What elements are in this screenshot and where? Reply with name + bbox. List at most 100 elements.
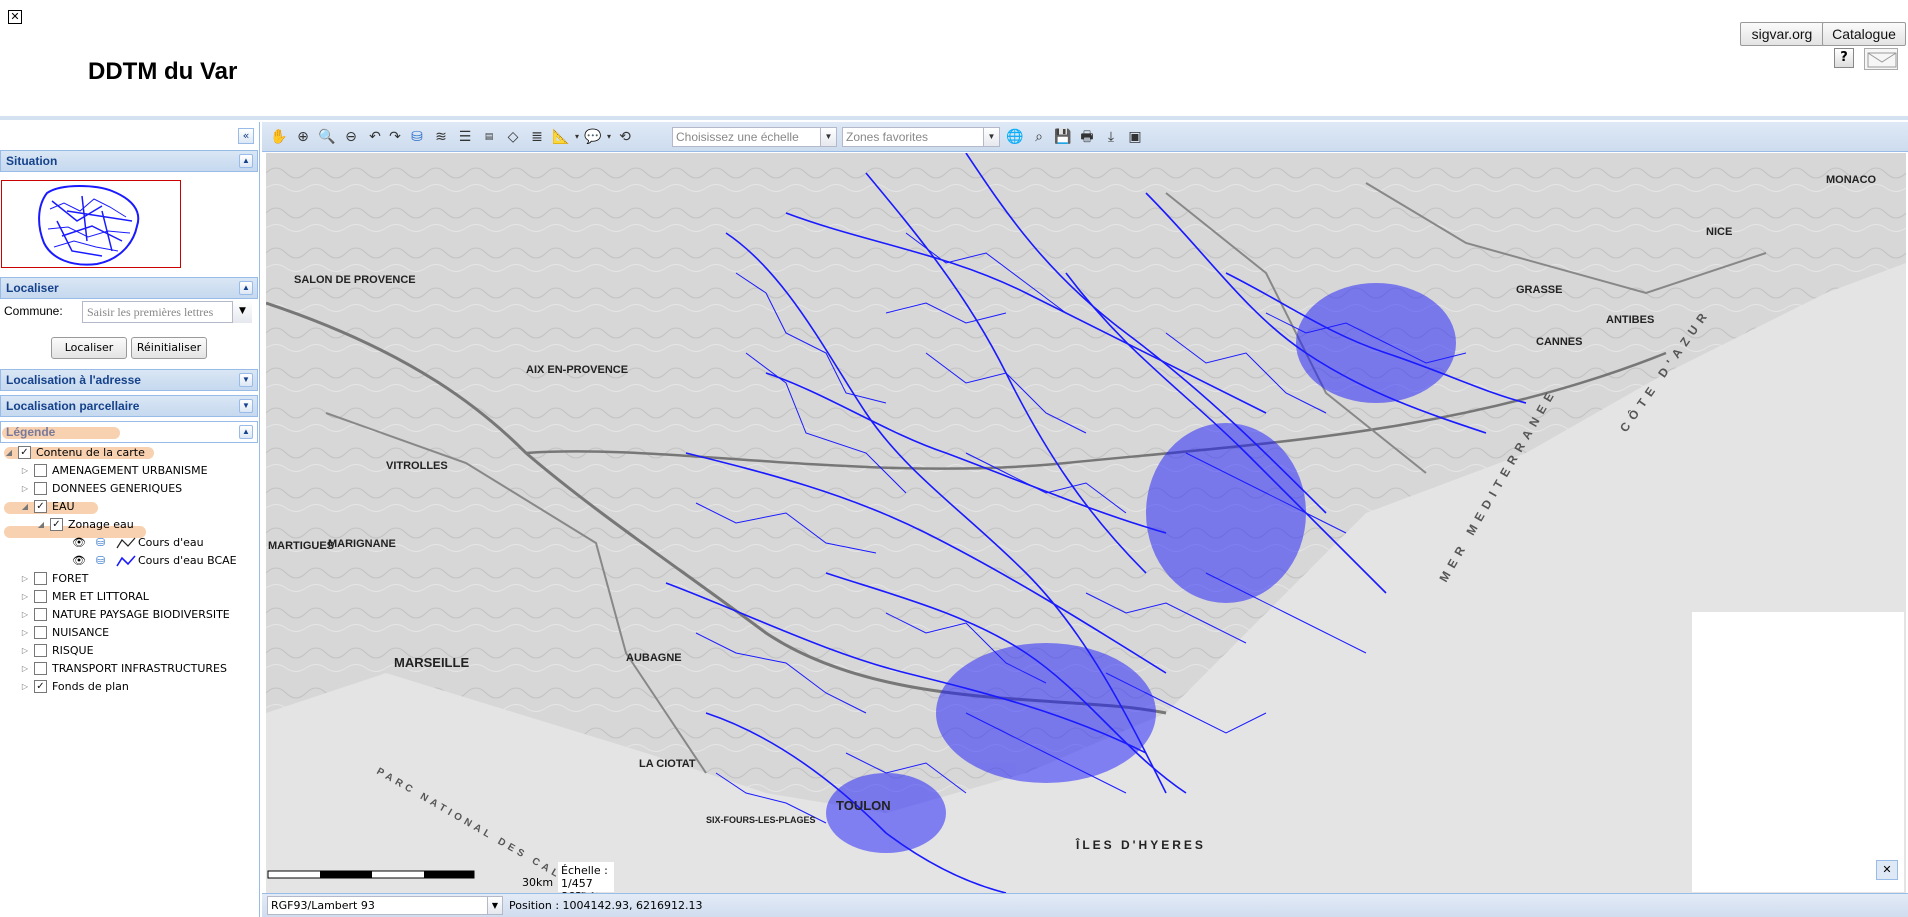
- scale-box: Échelle : 1/457 863: [558, 862, 614, 903]
- overview-map[interactable]: [1, 180, 181, 268]
- catalogue-button[interactable]: Catalogue: [1822, 22, 1906, 46]
- eye-icon[interactable]: 👁: [72, 535, 86, 551]
- checkbox[interactable]: [34, 608, 47, 621]
- map-label: AIX EN-PROVENCE: [526, 364, 628, 376]
- map-label: MARIGNANE: [328, 538, 396, 550]
- chevron-down-icon[interactable]: ▼: [239, 373, 253, 387]
- triangle-collapsed-icon[interactable]: ▷: [20, 589, 30, 605]
- eye-icon[interactable]: 👁: [72, 553, 86, 569]
- localiser-button[interactable]: Localiser: [51, 337, 127, 359]
- chevron-up-icon[interactable]: ▲: [239, 281, 253, 295]
- tree-label: Cours d'eau BCAE: [138, 554, 237, 567]
- panel-header-localiser[interactable]: Localiser ▲: [0, 277, 258, 299]
- scale-select[interactable]: Choisissez une échelle ▼: [672, 127, 837, 147]
- checkbox[interactable]: ✓: [34, 500, 47, 513]
- map-label: SALON DE PROVENCE: [294, 274, 416, 286]
- map-label: VITROLLES: [386, 460, 448, 472]
- globe-icon[interactable]: 🌐: [1006, 128, 1024, 146]
- checkbox[interactable]: [34, 644, 47, 657]
- triangle-expanded-icon[interactable]: ◢: [36, 517, 46, 533]
- checkbox[interactable]: ✓: [18, 446, 31, 459]
- map-canvas[interactable]: MONACO NICE CANNES ANTIBES GRASSE SALON …: [266, 153, 1906, 893]
- help-button[interactable]: ?: [1834, 48, 1854, 68]
- layers-icon[interactable]: ≋: [432, 128, 450, 146]
- chevron-down-icon[interactable]: ▼: [239, 399, 253, 413]
- checkbox[interactable]: [34, 662, 47, 675]
- tree-label: Fonds de plan: [52, 680, 129, 693]
- binoculars-icon[interactable]: ⌕: [1030, 128, 1048, 146]
- projection-select[interactable]: RGF93/Lambert 93 ▼: [267, 896, 503, 915]
- checkbox[interactable]: ✓: [50, 518, 63, 531]
- tree-label: Zonage eau: [68, 518, 134, 531]
- panel-header-situation[interactable]: Situation ▲: [0, 150, 258, 172]
- triangle-expanded-icon[interactable]: ◢: [20, 499, 30, 515]
- highlight-mark: [4, 502, 98, 514]
- database-icon[interactable]: ⛁: [408, 128, 426, 146]
- previous-view-icon[interactable]: ↶: [366, 128, 384, 146]
- triangle-collapsed-icon[interactable]: ▷: [20, 643, 30, 659]
- panel-header-adresse[interactable]: Localisation à l'adresse ▼: [0, 369, 258, 391]
- chevron-down-icon[interactable]: ▼: [232, 301, 252, 323]
- collapse-left-panel-button[interactable]: «: [238, 128, 254, 144]
- map-label: ÎLES D'HYERES: [1075, 837, 1206, 852]
- download-icon[interactable]: ⤓: [1102, 128, 1120, 146]
- chevron-down-icon[interactable]: ▼: [983, 128, 999, 146]
- refresh-icon[interactable]: ⟲: [616, 128, 634, 146]
- panel-header-legende[interactable]: Légende ▲: [0, 421, 258, 443]
- zoom-out-icon[interactable]: ⊖: [342, 128, 360, 146]
- chevron-down-icon[interactable]: ▼: [820, 128, 836, 146]
- chevron-up-icon[interactable]: ▲: [239, 425, 253, 439]
- commune-label: Commune:: [4, 304, 63, 318]
- panel-header-parcellaire[interactable]: Localisation parcellaire ▼: [0, 395, 258, 417]
- triangle-collapsed-icon[interactable]: ▷: [20, 607, 30, 623]
- projection-text: RGF93/Lambert 93: [271, 899, 375, 912]
- window-icon[interactable]: ▣: [1126, 128, 1144, 146]
- checkbox[interactable]: [34, 572, 47, 585]
- layer-stack-icon[interactable]: ◇: [504, 128, 522, 146]
- commune-input[interactable]: Saisir les premières lettres: [82, 301, 252, 323]
- checkbox[interactable]: [34, 626, 47, 639]
- list-icon[interactable]: ≣: [528, 128, 546, 146]
- wfs-layers-icon[interactable]: ▤: [480, 128, 498, 146]
- map-label: MONACO: [1826, 174, 1877, 186]
- tree-label: EAU: [52, 500, 75, 513]
- triangle-collapsed-icon[interactable]: ▷: [20, 625, 30, 641]
- checkbox[interactable]: [34, 482, 47, 495]
- tree-label: NATURE PAYSAGE BIODIVERSITE: [52, 608, 230, 621]
- triangle-collapsed-icon[interactable]: ▷: [20, 679, 30, 695]
- scale-select-text: Choisissez une échelle: [676, 130, 799, 144]
- print-icon[interactable]: 🖶: [1078, 128, 1096, 146]
- cursor-position: Position : 1004142.93, 6216912.13: [509, 899, 703, 912]
- panel-title: Localisation parcellaire: [6, 399, 140, 413]
- close-icon[interactable]: ✕: [1876, 860, 1898, 880]
- zones-favorites-select[interactable]: Zones favorites ▼: [842, 127, 1000, 147]
- sigvar-link-button[interactable]: sigvar.org: [1740, 22, 1824, 46]
- triangle-collapsed-icon[interactable]: ▷: [20, 463, 30, 479]
- layers-add-icon[interactable]: ☰: [456, 128, 474, 146]
- save-icon[interactable]: 💾: [1054, 128, 1072, 146]
- triangle-collapsed-icon[interactable]: ▷: [20, 571, 30, 587]
- tree-label: Contenu de la carte: [36, 446, 145, 459]
- triangle-collapsed-icon[interactable]: ▷: [20, 661, 30, 677]
- pan-hand-icon[interactable]: ✋: [270, 128, 288, 146]
- checkbox[interactable]: [34, 590, 47, 603]
- close-icon[interactable]: ✕: [8, 10, 22, 24]
- panel-title: Localisation à l'adresse: [6, 373, 141, 387]
- chevron-down-icon[interactable]: ▼: [487, 897, 502, 914]
- chevron-up-icon[interactable]: ▲: [239, 154, 253, 168]
- triangle-expanded-icon[interactable]: ◢: [4, 445, 14, 461]
- zoom-in-icon[interactable]: 🔍: [318, 128, 336, 146]
- panel-title: Légende: [6, 425, 56, 439]
- zones-select-text: Zones favorites: [846, 130, 929, 144]
- map-label: NICE: [1706, 226, 1732, 238]
- scale-title: Échelle :: [561, 864, 608, 877]
- checkbox[interactable]: ✓: [34, 680, 47, 693]
- triangle-collapsed-icon[interactable]: ▷: [20, 481, 30, 497]
- zoom-full-extent-icon[interactable]: ⊕: [294, 128, 312, 146]
- checkbox[interactable]: [34, 464, 47, 477]
- scale-bar-label: 30km: [522, 876, 554, 889]
- mail-icon[interactable]: [1864, 48, 1898, 70]
- reset-button[interactable]: Réinitialiser: [131, 337, 207, 359]
- tree-label: Cours d'eau: [138, 536, 204, 549]
- next-view-icon[interactable]: ↷: [386, 128, 404, 146]
